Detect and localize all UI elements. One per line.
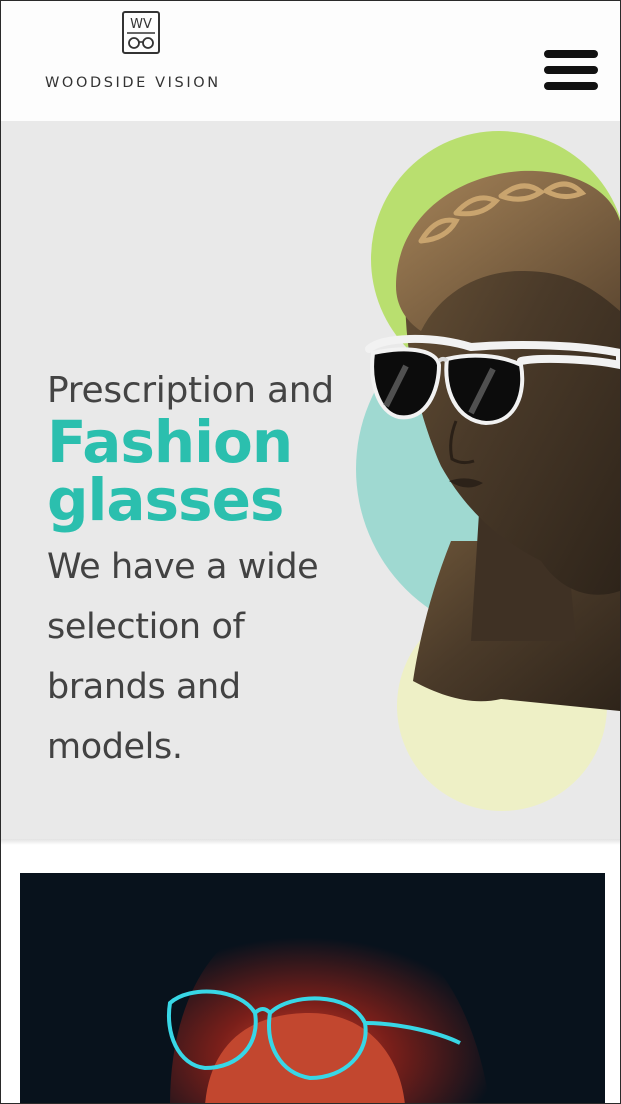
- hero-description-line: selection of: [47, 607, 245, 647]
- hamburger-menu-icon[interactable]: [544, 50, 598, 92]
- section-divider: [1, 839, 620, 845]
- hero-description-line: models.: [47, 727, 183, 767]
- menu-bar: [544, 82, 598, 90]
- brand-name[interactable]: WOODSIDE VISION: [45, 75, 245, 91]
- hero-title: Fashion glasses: [47, 413, 377, 529]
- hero-subtitle: Prescription and: [47, 370, 334, 411]
- hero-title-line: glasses: [47, 466, 284, 534]
- menu-bar: [544, 50, 598, 58]
- svg-text:WV: WV: [130, 17, 152, 32]
- logo-monogram-icon[interactable]: WV: [122, 11, 160, 54]
- hero-description-line: brands and: [47, 667, 241, 707]
- hero-description: We have a wide selection of brands and m…: [47, 537, 377, 777]
- page-frame: WV WOODSIDE VISION Prescription and Fash…: [0, 0, 621, 1104]
- menu-bar: [544, 66, 598, 74]
- site-header: WV WOODSIDE VISION: [1, 1, 620, 121]
- hero-title-line: Fashion: [47, 408, 293, 476]
- hero-text-block: Prescription and Fashion glasses We have…: [47, 371, 377, 777]
- hero-section: Prescription and Fashion glasses We have…: [1, 121, 620, 839]
- hero-description-line: We have a wide: [47, 547, 319, 587]
- woman-with-neon-sunglasses-photo: [20, 873, 605, 1103]
